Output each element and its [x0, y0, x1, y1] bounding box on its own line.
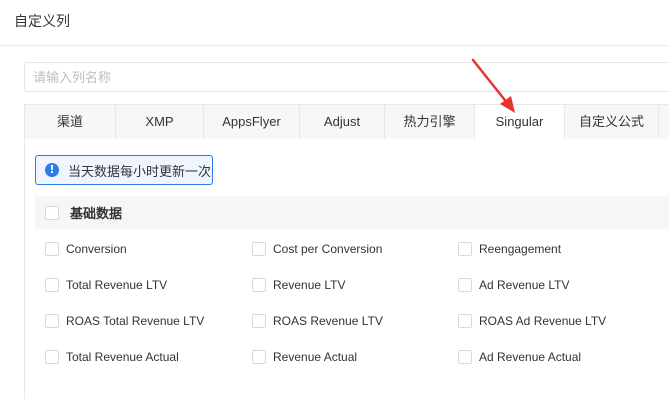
option-label: Revenue LTV [273, 278, 346, 292]
option-total-revenue-ltv[interactable]: Total Revenue LTV [45, 278, 167, 292]
info-icon: ! [45, 163, 59, 177]
checkbox[interactable] [458, 242, 472, 256]
checkbox[interactable] [252, 278, 266, 292]
tab-appsflyer[interactable]: AppsFlyer [204, 105, 300, 139]
tab-custom-formula[interactable]: 自定义公式 [565, 105, 659, 139]
tab-xmp[interactable]: XMP [116, 105, 204, 139]
checkbox[interactable] [252, 242, 266, 256]
option-label: Total Revenue Actual [66, 350, 179, 364]
section-title: 基础数据 [70, 206, 123, 221]
tab-singular[interactable]: Singular [475, 105, 565, 140]
option-revenue-actual[interactable]: Revenue Actual [252, 350, 357, 364]
option-conversion[interactable]: Conversion [45, 242, 127, 256]
header-divider [0, 45, 669, 46]
option-label: Total Revenue LTV [66, 278, 168, 292]
option-roas-total-revenue-ltv[interactable]: ROAS Total Revenue LTV [45, 314, 204, 328]
checkbox[interactable] [45, 242, 59, 256]
option-cost-per-conversion[interactable]: Cost per Conversion [252, 242, 382, 256]
option-label: Reengagement [479, 242, 562, 256]
update-notice-text: 当天数据每小时更新一次 [68, 163, 212, 179]
update-notice: ! 当天数据每小时更新一次 [35, 155, 213, 185]
option-total-revenue-actual[interactable]: Total Revenue Actual [45, 350, 179, 364]
option-reengagement[interactable]: Reengagement [458, 242, 561, 256]
checkbox[interactable] [458, 314, 472, 328]
option-ad-revenue-actual[interactable]: Ad Revenue Actual [458, 350, 581, 364]
option-label: Ad Revenue Actual [479, 350, 582, 364]
option-ad-revenue-ltv[interactable]: Ad Revenue LTV [458, 278, 570, 292]
checkbox[interactable] [458, 350, 472, 364]
option-roas-revenue-ltv[interactable]: ROAS Revenue LTV [252, 314, 383, 328]
checkbox[interactable] [45, 278, 59, 292]
option-label: Ad Revenue LTV [479, 278, 570, 292]
option-revenue-ltv[interactable]: Revenue LTV [252, 278, 346, 292]
tab-adjust[interactable]: Adjust [300, 105, 385, 139]
option-label: ROAS Revenue LTV [273, 314, 383, 328]
tab-heat-engine[interactable]: 热力引擎 [385, 105, 475, 139]
option-label: Cost per Conversion [273, 242, 383, 256]
option-label: Revenue Actual [273, 350, 358, 364]
checkbox[interactable] [45, 314, 59, 328]
dialog-title: 自定义列 [14, 13, 70, 29]
column-search-input[interactable] [24, 62, 669, 92]
option-label: ROAS Total Revenue LTV [66, 314, 205, 328]
checkbox[interactable] [45, 350, 59, 364]
option-label: ROAS Ad Revenue LTV [479, 314, 607, 328]
select-all-checkbox[interactable] [45, 205, 59, 220]
checkbox[interactable] [458, 278, 472, 292]
option-label: Conversion [66, 242, 127, 256]
tab-channel[interactable]: 渠道 [25, 105, 116, 139]
tab-bar: 渠道 XMP AppsFlyer Adjust 热力引擎 Singular 自定… [24, 104, 669, 140]
option-roas-ad-revenue-ltv[interactable]: ROAS Ad Revenue LTV [458, 314, 606, 328]
checkbox[interactable] [252, 350, 266, 364]
section-header-basic-data: 基础数据 [35, 196, 669, 229]
checkbox[interactable] [252, 314, 266, 328]
